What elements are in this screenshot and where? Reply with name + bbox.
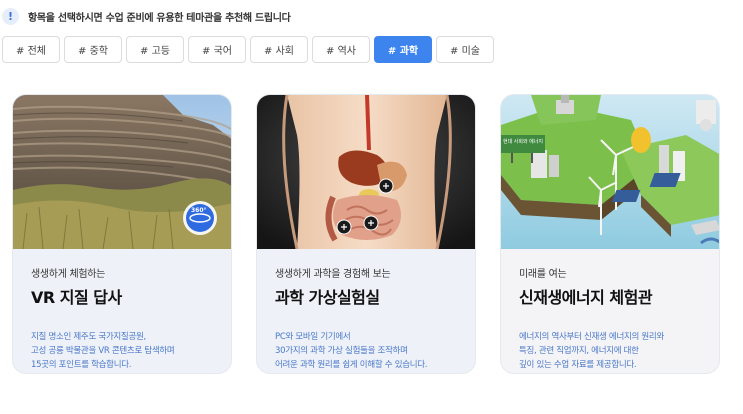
tab-art[interactable]: # 미술 xyxy=(436,36,494,63)
tab-middle-school[interactable]: # 중학 xyxy=(64,36,122,63)
tab-history[interactable]: # 역사 xyxy=(312,36,370,63)
subject-tabs: # 전체 # 중학 # 고등 # 국어 # 사회 # 역사 # 과학 # 미술 xyxy=(2,36,494,63)
card-title: VR 지질 답사 xyxy=(31,288,122,307)
card-body: 미래를 여는 신재생에너지 체험관 에너지의 역사부터 신재생 에너지의 원리와… xyxy=(501,249,719,373)
card-subtitle: 생생하게 과학을 경험해 보는 xyxy=(275,269,391,280)
card-body: 생생하게 과학을 경험해 보는 과학 가상실험실 PC와 모바일 기기에서 30… xyxy=(257,249,475,373)
tab-korean[interactable]: # 국어 xyxy=(188,36,246,63)
tab-high-school[interactable]: # 고등 xyxy=(126,36,184,63)
card-title: 신재생에너지 체험관 xyxy=(519,288,653,307)
digestive-system-image xyxy=(257,95,475,249)
notice-text: 항목을 선택하시면 수업 준비에 유용한 테마관을 추천해 드립니다 xyxy=(28,12,291,24)
exclamation-icon: ! xyxy=(2,7,19,25)
tab-science[interactable]: # 과학 xyxy=(374,36,432,63)
card-renewable-energy[interactable]: 현대 사회와 에너지 미래를 여는 신재생에너지 체험관 에너지의 역사부터 신… xyxy=(500,94,720,374)
tab-social[interactable]: # 사회 xyxy=(250,36,308,63)
card-body: 생생하게 체험하는 VR 지질 답사 지질 명소인 제주도 국가지질공원, 고성… xyxy=(13,249,231,373)
card-description: 에너지의 역사부터 신재생 에너지의 원리와 특징, 관련 직업까지, 에너지에… xyxy=(519,332,664,370)
energy-sign-text: 현대 사회와 에너지 xyxy=(503,139,543,145)
360-badge-text: 360° xyxy=(191,207,207,214)
tab-all[interactable]: # 전체 xyxy=(2,36,60,63)
card-subtitle: 미래를 여는 xyxy=(519,269,567,280)
geology-cliff-image: 360° xyxy=(13,95,231,249)
card-title: 과학 가상실험실 xyxy=(275,288,380,307)
energy-island-image: 현대 사회와 에너지 xyxy=(501,95,719,249)
card-vr-geology[interactable]: 360° 생생하게 체험하는 VR 지질 답사 지질 명소인 제주도 국가지질공… xyxy=(12,94,232,374)
card-science-lab[interactable]: 생생하게 과학을 경험해 보는 과학 가상실험실 PC와 모바일 기기에서 30… xyxy=(256,94,476,374)
card-description: 지질 명소인 제주도 국가지질공원, 고성 공룡 박물관을 VR 콘텐츠로 탐색… xyxy=(31,332,175,370)
card-description: PC와 모바일 기기에서 30가지의 과학 가상 실험들을 조작하며 어려운 과… xyxy=(275,332,428,370)
notice-bar: ! 항목을 선택하시면 수업 준비에 유용한 테마관을 추천해 드립니다 xyxy=(0,4,291,28)
card-subtitle: 생생하게 체험하는 xyxy=(31,269,106,280)
